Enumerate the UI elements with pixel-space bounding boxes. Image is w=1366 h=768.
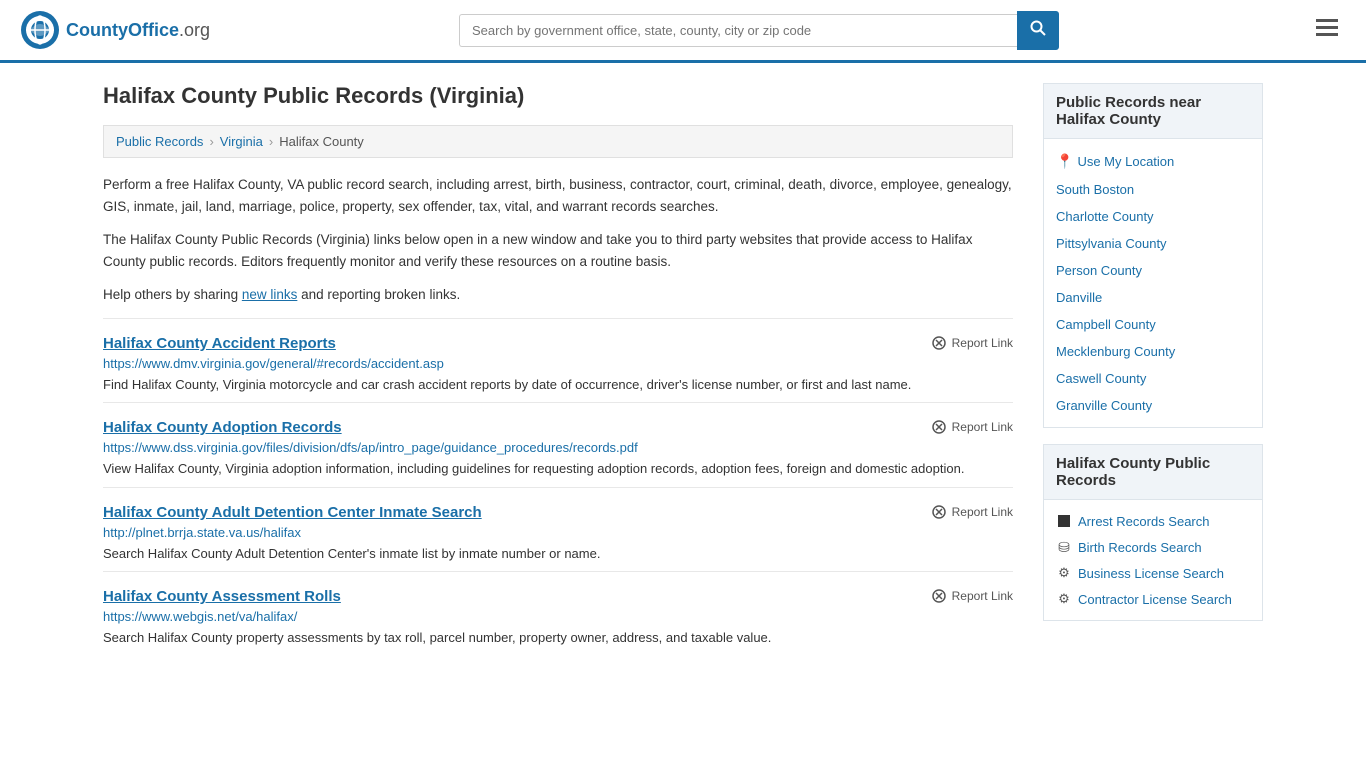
record-url-2: http://plnet.brrja.state.va.us/halifax: [103, 525, 1013, 540]
report-link-label: Report Link: [952, 589, 1013, 603]
public-record-item: ⛁ Birth Records Search: [1044, 534, 1262, 560]
report-link-label: Report Link: [952, 505, 1013, 519]
nearby-place-link-1[interactable]: Charlotte County: [1056, 209, 1154, 224]
public-record-link-0[interactable]: Arrest Records Search: [1078, 514, 1210, 529]
site-header: CountyOffice.org: [0, 0, 1366, 63]
record-url-3: https://www.webgis.net/va/halifax/: [103, 609, 1013, 624]
logo-area: CountyOffice.org: [20, 10, 210, 50]
public-records-section-title: Halifax County Public Records: [1043, 444, 1263, 500]
nearby-section-title: Public Records near Halifax County: [1043, 83, 1263, 139]
public-record-link-2[interactable]: Business License Search: [1078, 566, 1224, 581]
nearby-place-item: Pittsylvania County: [1044, 230, 1262, 257]
hamburger-icon: [1316, 19, 1338, 37]
breadcrumb: Public Records › Virginia › Halifax Coun…: [103, 125, 1013, 158]
record-url-0: https://www.dmv.virginia.gov/general/#re…: [103, 356, 1013, 371]
nearby-place-item: South Boston: [1044, 176, 1262, 203]
record-entry: Halifax County Accident Reports Report L…: [103, 318, 1013, 403]
new-links-link[interactable]: new links: [242, 287, 298, 302]
nearby-place-link-2[interactable]: Pittsylvania County: [1056, 236, 1167, 251]
record-desc-3: Search Halifax County property assessmen…: [103, 628, 1013, 648]
breadcrumb-public-records[interactable]: Public Records: [116, 134, 203, 149]
report-link-button-1[interactable]: Report Link: [931, 419, 1013, 435]
record-desc-1: View Halifax County, Virginia adoption i…: [103, 459, 1013, 479]
search-area: [459, 11, 1059, 50]
search-input[interactable]: [459, 14, 1017, 47]
record-title-1[interactable]: Halifax County Adoption Records: [103, 419, 342, 436]
public-record-item: Arrest Records Search: [1044, 508, 1262, 534]
person-icon: ⛁: [1056, 539, 1072, 555]
breadcrumb-sep-2: ›: [269, 134, 273, 149]
description-paragraph-1: Perform a free Halifax County, VA public…: [103, 174, 1013, 217]
nearby-place-item: Person County: [1044, 257, 1262, 284]
report-link-button-3[interactable]: Report Link: [931, 588, 1013, 604]
record-title-0[interactable]: Halifax County Accident Reports: [103, 335, 336, 352]
report-link-icon-3: [931, 588, 947, 604]
nearby-place-item: Mecklenburg County: [1044, 338, 1262, 365]
report-link-icon-1: [931, 419, 947, 435]
nearby-place-link-8[interactable]: Granville County: [1056, 398, 1152, 413]
record-desc-0: Find Halifax County, Virginia motorcycle…: [103, 375, 1013, 395]
page-title: Halifax County Public Records (Virginia): [103, 83, 1013, 109]
report-link-label: Report Link: [952, 336, 1013, 350]
nearby-place-item: Granville County: [1044, 392, 1262, 419]
report-link-button-0[interactable]: Report Link: [931, 335, 1013, 351]
nearby-place-item: Campbell County: [1044, 311, 1262, 338]
location-pin-icon: 📍: [1056, 153, 1073, 170]
report-link-icon-2: [931, 504, 947, 520]
nearby-place-link-6[interactable]: Mecklenburg County: [1056, 344, 1175, 359]
site-logo-text: CountyOffice.org: [66, 20, 210, 41]
nearby-place-link-4[interactable]: Danville: [1056, 290, 1102, 305]
square-icon: [1056, 513, 1072, 529]
breadcrumb-sep-1: ›: [209, 134, 213, 149]
nearby-place-item: Charlotte County: [1044, 203, 1262, 230]
description-paragraph-2: The Halifax County Public Records (Virgi…: [103, 229, 1013, 272]
breadcrumb-virginia[interactable]: Virginia: [220, 134, 263, 149]
public-records-container: Arrest Records Search ⛁ Birth Records Sear…: [1044, 508, 1262, 612]
public-records-list: Arrest Records Search ⛁ Birth Records Sear…: [1043, 500, 1263, 621]
gear-icon: ⚙: [1056, 591, 1072, 607]
hamburger-menu-button[interactable]: [1308, 13, 1346, 47]
nearby-place-item: Danville: [1044, 284, 1262, 311]
report-link-label: Report Link: [952, 420, 1013, 434]
search-icon: [1030, 20, 1046, 36]
report-link-icon-0: [931, 335, 947, 351]
search-button[interactable]: [1017, 11, 1059, 50]
record-entry: Halifax County Assessment Rolls Report L…: [103, 571, 1013, 656]
record-desc-2: Search Halifax County Adult Detention Ce…: [103, 544, 1013, 564]
nearby-place-link-7[interactable]: Caswell County: [1056, 371, 1146, 386]
nearby-place-link-5[interactable]: Campbell County: [1056, 317, 1156, 332]
nearby-place-link-0[interactable]: South Boston: [1056, 182, 1134, 197]
record-entry: Halifax County Adult Detention Center In…: [103, 487, 1013, 572]
record-url-1: https://www.dss.virginia.gov/files/divis…: [103, 440, 1013, 455]
public-record-link-1[interactable]: Birth Records Search: [1078, 540, 1202, 555]
nearby-places-container: South Boston Charlotte County Pittsylvania…: [1044, 176, 1262, 419]
use-my-location-link[interactable]: Use My Location: [1077, 154, 1174, 169]
breadcrumb-current: Halifax County: [279, 134, 364, 149]
main-container: Halifax County Public Records (Virginia)…: [83, 63, 1283, 676]
description-paragraph-3: Help others by sharing new links and rep…: [103, 284, 1013, 306]
logo-icon: [20, 10, 60, 50]
nearby-place-item: Caswell County: [1044, 365, 1262, 392]
public-record-item: ⚙ Contractor License Search: [1044, 586, 1262, 612]
main-content: Halifax County Public Records (Virginia)…: [103, 83, 1013, 656]
record-title-3[interactable]: Halifax County Assessment Rolls: [103, 588, 341, 605]
record-entry: Halifax County Adoption Records Report L…: [103, 402, 1013, 487]
nearby-place-link-3[interactable]: Person County: [1056, 263, 1142, 278]
records-container: Halifax County Accident Reports Report L…: [103, 318, 1013, 656]
sidebar: Public Records near Halifax County 📍 Use…: [1043, 83, 1263, 656]
public-record-link-3[interactable]: Contractor License Search: [1078, 592, 1232, 607]
nearby-places-list: 📍 Use My Location South Boston Charlotte …: [1043, 139, 1263, 428]
public-record-item: ⚙ Business License Search: [1044, 560, 1262, 586]
record-title-2[interactable]: Halifax County Adult Detention Center In…: [103, 504, 482, 521]
report-link-button-2[interactable]: Report Link: [931, 504, 1013, 520]
use-my-location-item[interactable]: 📍 Use My Location: [1044, 147, 1262, 176]
gear-icon: ⚙: [1056, 565, 1072, 581]
